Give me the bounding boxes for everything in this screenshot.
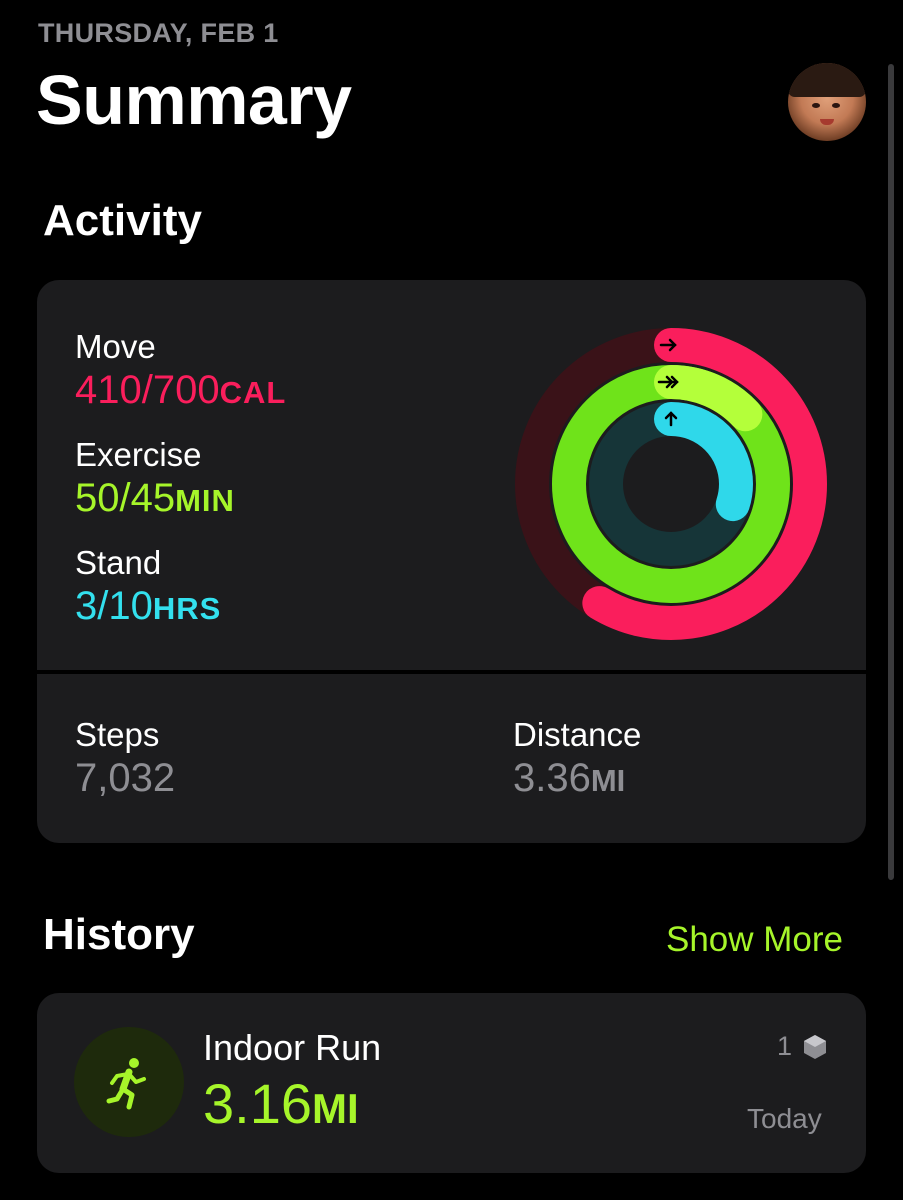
card-divider <box>37 670 866 674</box>
workout-name: Indoor Run <box>203 1027 382 1068</box>
activity-rings[interactable] <box>511 324 831 644</box>
page-title: Summary <box>36 61 352 139</box>
date-label: THURSDAY, FEB 1 <box>38 18 279 48</box>
stand-label: Stand <box>75 544 162 581</box>
move-label: Move <box>75 328 156 365</box>
award-badge-icon <box>804 1035 826 1059</box>
steps-value: 7,032 <box>75 756 176 800</box>
move-value: 410/700CAL <box>75 368 287 412</box>
show-more-link[interactable]: Show More <box>666 920 843 960</box>
stand-value: 3/10HRS <box>75 584 222 628</box>
avatar[interactable] <box>788 63 866 141</box>
distance-value: 3.36MI <box>513 756 626 800</box>
activity-card[interactable]: Move 410/700CAL Exercise 50/45MIN Stand … <box>37 280 866 843</box>
workout-value: 3.16MI <box>203 1072 359 1135</box>
history-section-title: History <box>43 910 195 959</box>
workout-date: Today <box>747 1103 822 1134</box>
workout-icon-badge <box>74 1027 184 1137</box>
award-count: 1 <box>777 1031 793 1061</box>
exercise-label: Exercise <box>75 436 202 473</box>
workout-card[interactable]: Indoor Run 3.16MI 1 Today <box>37 993 866 1173</box>
scrollbar[interactable] <box>888 64 894 880</box>
running-figure-icon <box>106 1058 146 1110</box>
activity-section-title: Activity <box>43 196 202 245</box>
exercise-value: 50/45MIN <box>75 476 235 520</box>
distance-label: Distance <box>513 716 642 753</box>
steps-label: Steps <box>75 716 160 753</box>
